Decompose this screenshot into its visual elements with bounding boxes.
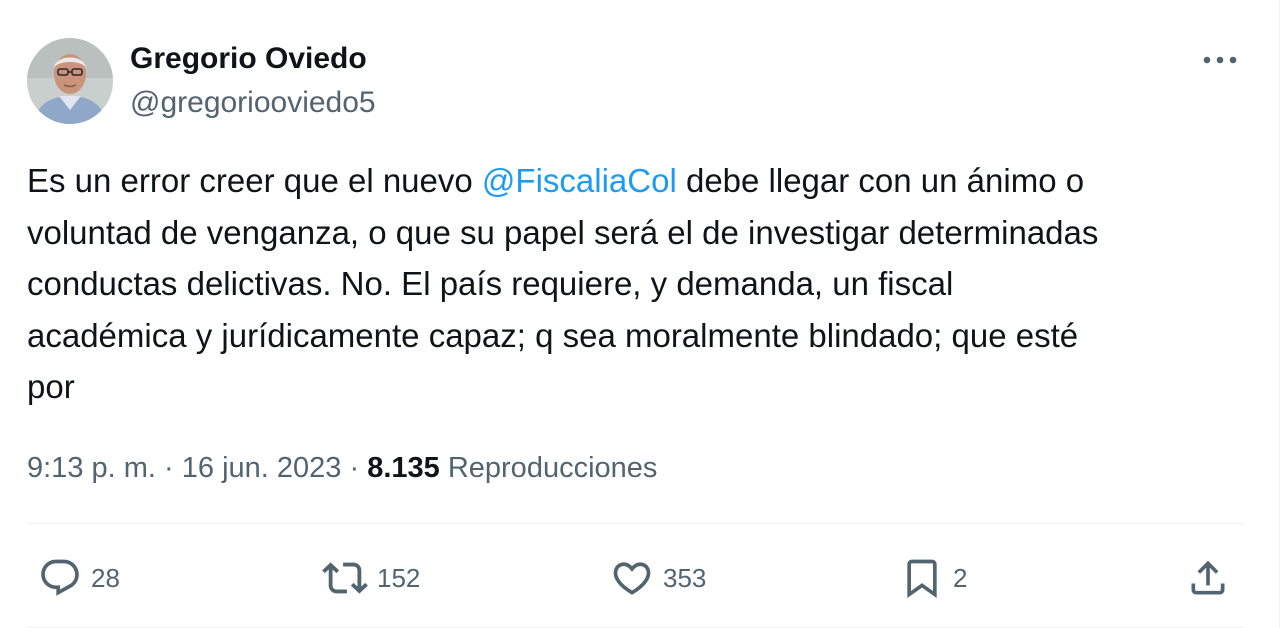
author-display-name[interactable]: Gregorio Oviedo [130,40,367,78]
meta-separator: · [341,452,368,484]
tweet-text-part-1: Es un error creer que el nuevo [27,162,482,199]
bookmark-icon [900,556,944,600]
tweet-text: Es un error creer que el nuevo @Fiscalia… [27,155,1257,413]
heart-icon [610,556,654,600]
tweet-time[interactable]: 9:13 p. m. [27,452,156,484]
reply-button[interactable]: 28 [38,556,120,600]
retweet-button[interactable]: 152 [322,556,420,600]
meta-separator: · [155,452,182,484]
tweet-meta: 9:13 p. m. · 16 jun. 2023 · 8.135 Reprod… [27,448,657,488]
bookmark-count: 2 [953,563,968,593]
like-button[interactable]: 353 [610,556,706,600]
divider [27,523,1243,524]
reply-icon [38,556,82,600]
mention-link[interactable]: @FiscaliaCol [482,162,677,199]
share-button[interactable] [1186,556,1230,600]
more-icon[interactable] [1196,42,1244,78]
reply-count: 28 [91,563,120,593]
retweet-icon [322,555,368,601]
share-icon [1186,556,1230,600]
avatar[interactable] [27,38,113,124]
views-count: 8.135 [367,452,440,484]
bookmark-button[interactable]: 2 [900,556,967,600]
tweet-card[interactable]: Gregorio Oviedo @gregoriooviedo5 Es un e… [0,0,1280,628]
like-count: 353 [663,563,707,593]
author-handle[interactable]: @gregoriooviedo5 [130,84,376,122]
tweet-date[interactable]: 16 jun. 2023 [182,452,342,484]
views-label: Reproducciones [447,452,658,484]
retweet-count: 152 [377,563,421,593]
